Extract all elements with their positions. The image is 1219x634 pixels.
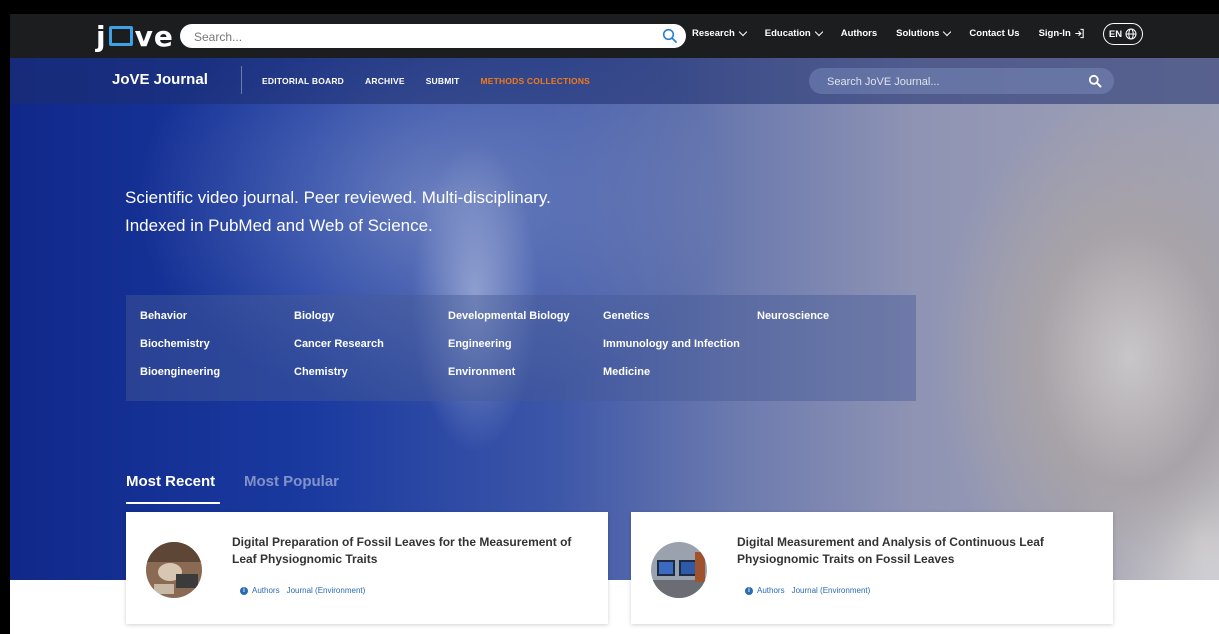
article-thumbnail[interactable] (651, 542, 707, 598)
hero-banner: JoVE Journal EDITORIAL BOARD ARCHIVE SUB… (10, 58, 1219, 580)
info-icon: i (240, 586, 248, 595)
link-archive[interactable]: ARCHIVE (365, 76, 405, 86)
article-meta: i Authors Journal (Environment) (745, 586, 870, 595)
link-methods-collections[interactable]: METHODS COLLECTIONS (480, 76, 590, 86)
global-search-input[interactable] (192, 27, 656, 47)
article-card[interactable]: Digital Preparation of Fossil Leaves for… (126, 512, 608, 624)
search-icon[interactable] (1088, 74, 1102, 88)
journal-links: EDITORIAL BOARD ARCHIVE SUBMIT METHODS C… (262, 76, 611, 86)
journal-search-input[interactable] (825, 72, 1069, 92)
logo-chat-icon (108, 26, 133, 46)
chevron-down-icon (943, 27, 952, 37)
category-link[interactable]: Cancer Research (294, 337, 384, 365)
primary-nav: Research Education Authors Solutions Con… (692, 27, 1104, 39)
tab-most-recent[interactable]: Most Recent (126, 473, 215, 490)
category-link[interactable]: Genetics (603, 309, 740, 337)
journal-search (809, 68, 1114, 94)
category-link[interactable]: Developmental Biology (448, 309, 570, 337)
category-link[interactable]: Behavior (140, 309, 220, 337)
article-thumbnail[interactable] (146, 542, 202, 598)
link-editorial-board[interactable]: EDITORIAL BOARD (262, 76, 344, 86)
nav-research[interactable]: Research (692, 27, 748, 39)
nav-sign-in[interactable]: Sign-In (1039, 28, 1085, 39)
nav-authors[interactable]: Authors (841, 28, 877, 39)
category-column: Developmental Biology Engineering Enviro… (448, 309, 570, 393)
article-title[interactable]: Digital Measurement and Analysis of Cont… (737, 534, 1077, 568)
tab-most-popular[interactable]: Most Popular (244, 473, 339, 490)
category-link[interactable]: Immunology and Infection (603, 337, 740, 365)
category-link[interactable]: Neuroscience (757, 309, 829, 337)
globe-icon (1125, 28, 1137, 40)
subnav-divider (241, 66, 242, 94)
article-card[interactable]: Digital Measurement and Analysis of Cont… (631, 512, 1113, 624)
language-selector[interactable]: EN (1103, 23, 1143, 45)
nav-contact-us[interactable]: Contact Us (969, 28, 1019, 39)
category-panel: Behavior Biochemistry Bioengineering Bio… (126, 295, 916, 401)
category-link[interactable]: Chemistry (294, 365, 384, 393)
journal-subnav: JoVE Journal EDITORIAL BOARD ARCHIVE SUB… (10, 58, 1219, 104)
top-nav: jve Research Education Authors Solutions… (10, 14, 1219, 58)
link-submit[interactable]: SUBMIT (426, 76, 460, 86)
sign-in-icon (1075, 28, 1084, 39)
search-icon[interactable] (662, 28, 678, 44)
section-link[interactable]: Journal (Environment) (792, 586, 871, 595)
hero-tagline: Scientific video journal. Peer reviewed.… (125, 188, 551, 235)
article-meta: i Authors Journal (Environment) (240, 586, 365, 595)
category-link[interactable]: Environment (448, 365, 570, 393)
article-title[interactable]: Digital Preparation of Fossil Leaves for… (232, 534, 572, 568)
category-link[interactable]: Biochemistry (140, 337, 220, 365)
browser-page: jve Research Education Authors Solutions… (10, 14, 1219, 634)
authors-link[interactable]: Authors (252, 586, 280, 595)
authors-link[interactable]: Authors (757, 586, 785, 595)
category-column: Biology Cancer Research Chemistry (294, 309, 384, 393)
category-link[interactable]: Biology (294, 309, 384, 337)
info-icon: i (745, 586, 753, 595)
nav-education[interactable]: Education (765, 27, 823, 39)
global-search (180, 24, 686, 48)
category-link[interactable]: Engineering (448, 337, 570, 365)
journal-title[interactable]: JoVE Journal (112, 71, 208, 88)
category-column: Behavior Biochemistry Bioengineering (140, 309, 220, 393)
section-link[interactable]: Journal (Environment) (287, 586, 366, 595)
chevron-down-icon (738, 27, 748, 37)
category-link[interactable]: Bioengineering (140, 365, 220, 393)
category-column: Neuroscience (757, 309, 829, 337)
category-link[interactable]: Medicine (603, 365, 740, 393)
nav-solutions[interactable]: Solutions (896, 27, 952, 39)
active-tab-indicator (126, 502, 220, 504)
chevron-down-icon (814, 27, 823, 37)
jove-logo[interactable]: j ve (96, 20, 174, 53)
category-column: Genetics Immunology and Infection Medici… (603, 309, 740, 393)
